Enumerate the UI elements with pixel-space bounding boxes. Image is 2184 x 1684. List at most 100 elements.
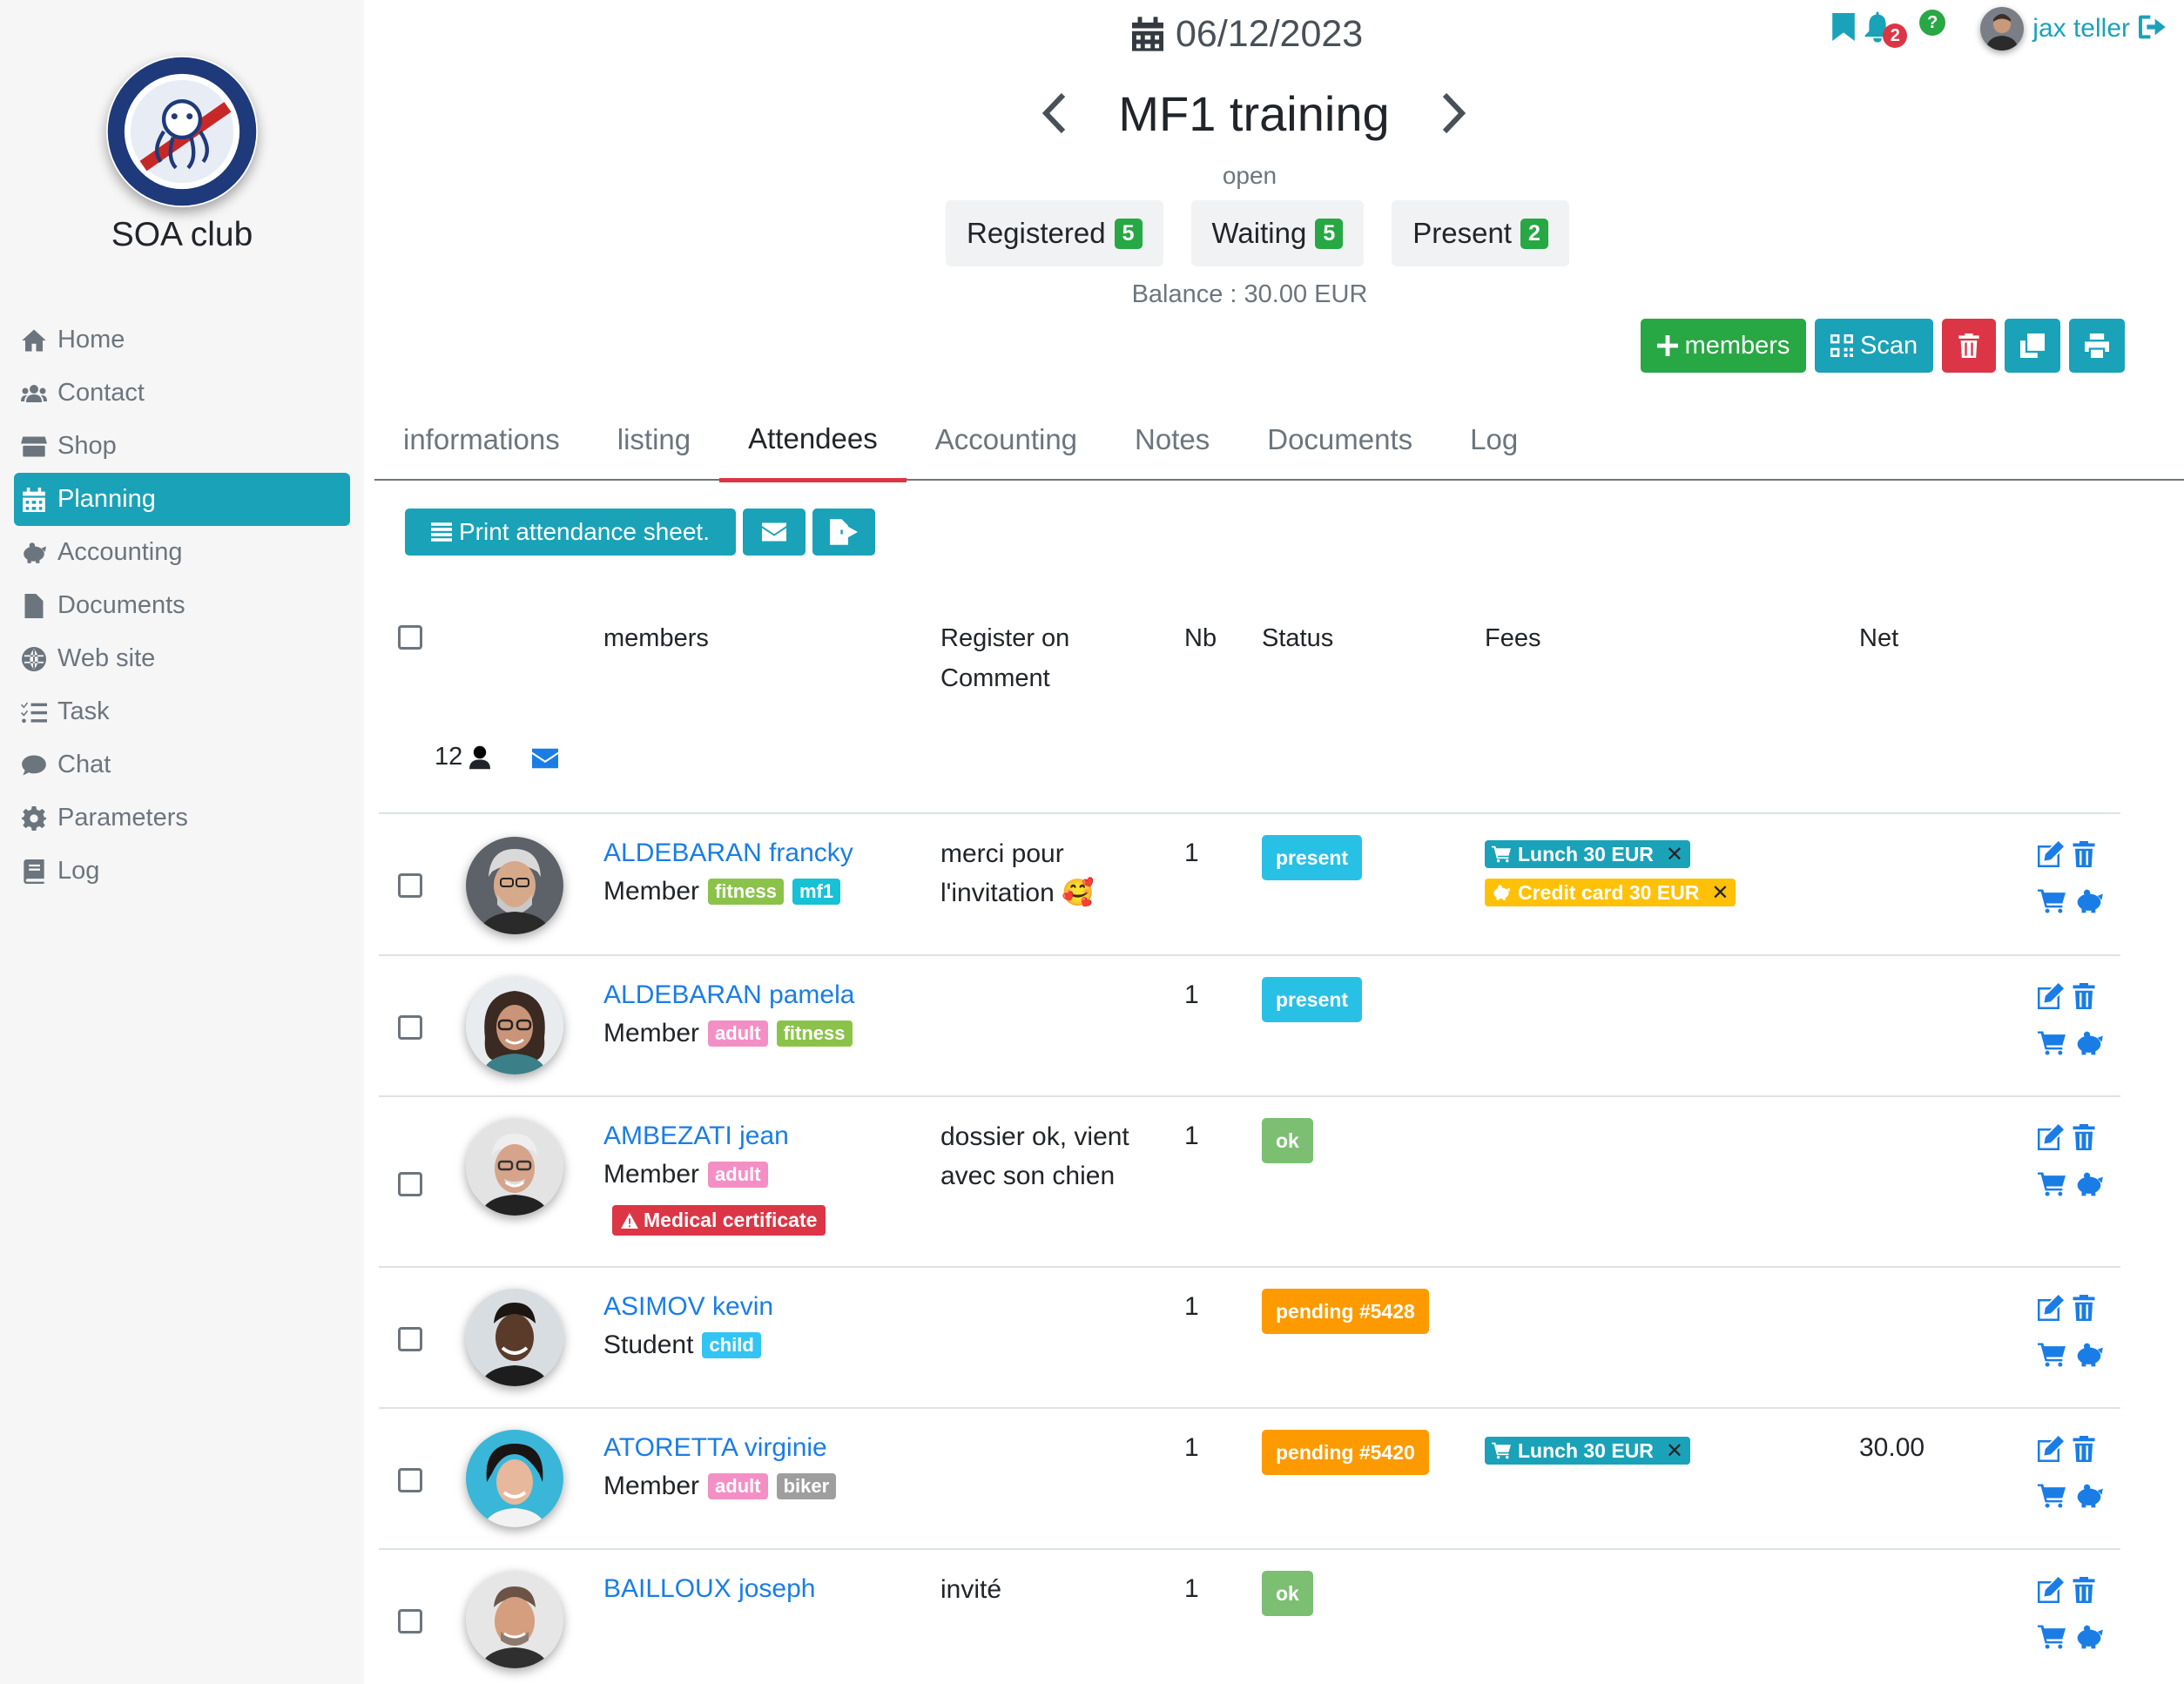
sidebar-item-web-site[interactable]: Web site (14, 632, 350, 685)
piggy-bank-icon[interactable] (2074, 1625, 2104, 1649)
select-all-checkbox[interactable] (398, 625, 422, 650)
edit-icon[interactable] (2038, 1436, 2064, 1462)
fee-badge[interactable]: Lunch 30 EUR ✕ (1485, 840, 1691, 868)
club-name: SOA club (111, 216, 253, 253)
sidebar-item-task[interactable]: Task (14, 685, 350, 738)
registered-counter[interactable]: Registered 5 (946, 200, 1163, 266)
member-name-link[interactable]: AMBEZATI jean (603, 1122, 789, 1151)
sidebar-item-home[interactable]: Home (14, 313, 350, 367)
user-name[interactable]: jax teller (2032, 14, 2130, 44)
edit-icon[interactable] (2038, 1124, 2064, 1150)
tab-informations[interactable]: informations (374, 399, 589, 481)
piggy-bank-icon[interactable] (2074, 1484, 2104, 1508)
duplicate-event-button[interactable] (2005, 319, 2061, 373)
trash-icon[interactable] (2073, 1436, 2095, 1462)
edit-icon[interactable] (2038, 983, 2064, 1009)
help-badge[interactable]: ? (1919, 10, 1946, 36)
row-checkbox[interactable] (398, 1468, 422, 1492)
fee-badge[interactable]: Credit card 30 EUR ✕ (1485, 879, 1736, 906)
piggy-bank-icon[interactable] (2074, 1031, 2104, 1055)
avatar[interactable] (466, 837, 563, 934)
email-attendees-button[interactable] (743, 509, 806, 556)
previous-event-button[interactable] (1028, 87, 1080, 139)
member-name-link[interactable]: ASIMOV kevin (603, 1292, 773, 1322)
row-checkbox[interactable] (398, 873, 422, 898)
scan-button[interactable]: Scan (1815, 319, 1934, 373)
tab-attendees[interactable]: Attendees (719, 399, 907, 482)
counter-label: Registered (967, 217, 1106, 249)
status-badge[interactable]: ok (1262, 1571, 1313, 1616)
piggy-bank-icon[interactable] (2074, 1343, 2104, 1367)
avatar[interactable] (466, 1289, 563, 1386)
avatar[interactable] (466, 1430, 563, 1527)
sidebar-item-contact[interactable]: Contact (14, 367, 350, 420)
piggy-bank-icon[interactable] (2074, 889, 2104, 913)
edit-icon[interactable] (2038, 1577, 2064, 1603)
club-logo[interactable] (106, 56, 258, 207)
bookmark-icon[interactable] (1832, 12, 1856, 45)
remove-fee-icon[interactable]: ✕ (1666, 842, 1683, 867)
status-badge[interactable]: present (1262, 977, 1363, 1022)
cart-icon[interactable] (2038, 1031, 2066, 1055)
trash-icon[interactable] (2073, 983, 2095, 1009)
avatar[interactable] (466, 1571, 563, 1668)
medical-certificate-warning[interactable]: Medical certificate (612, 1205, 826, 1236)
tab-log[interactable]: Log (1441, 399, 1547, 481)
sidebar-item-planning[interactable]: Planning (14, 473, 350, 526)
trash-icon[interactable] (2073, 841, 2095, 867)
add-members-button[interactable]: members (1641, 319, 1806, 373)
trash-icon (1958, 333, 1979, 358)
cart-icon[interactable] (2038, 889, 2066, 913)
waiting-counter[interactable]: Waiting 5 (1190, 200, 1365, 266)
sidebar-item-chat[interactable]: Chat (14, 738, 350, 791)
avatar[interactable] (466, 1118, 563, 1216)
print-attendance-button[interactable]: Print attendance sheet. (405, 509, 736, 556)
sidebar-item-parameters[interactable]: Parameters (14, 791, 350, 845)
sidebar-item-accounting[interactable]: Accounting (14, 526, 350, 579)
logout-icon[interactable] (2139, 14, 2167, 44)
row-checkbox[interactable] (398, 1172, 422, 1196)
email-all-icon[interactable] (532, 748, 558, 773)
tab-accounting[interactable]: Accounting (907, 399, 1106, 481)
member-role-label: Student (603, 1330, 694, 1359)
edit-icon[interactable] (2038, 841, 2064, 867)
tab-listing[interactable]: listing (589, 399, 719, 481)
sidebar-item-shop[interactable]: Shop (14, 420, 350, 473)
cart-icon[interactable] (2038, 1484, 2066, 1508)
next-event-button[interactable] (1428, 87, 1480, 139)
delete-event-button[interactable] (1942, 319, 1997, 373)
status-badge[interactable]: ok (1262, 1118, 1313, 1163)
trash-icon[interactable] (2073, 1577, 2095, 1603)
remove-fee-icon[interactable]: ✕ (1666, 1438, 1683, 1464)
status-badge[interactable]: pending #5420 (1262, 1430, 1429, 1475)
export-attendees-button[interactable] (812, 509, 875, 556)
trash-icon[interactable] (2073, 1295, 2095, 1321)
member-name-link[interactable]: ALDEBARAN pamela (603, 980, 854, 1010)
cart-icon[interactable] (2038, 1625, 2066, 1649)
row-checkbox[interactable] (398, 1327, 422, 1351)
piggy-bank-icon[interactable] (2074, 1172, 2104, 1196)
cart-icon[interactable] (2038, 1172, 2066, 1196)
member-name-link[interactable]: ALDEBARAN francky (603, 839, 853, 868)
status-badge[interactable]: present (1262, 835, 1363, 880)
remove-fee-icon[interactable]: ✕ (1711, 880, 1729, 906)
notifications-button[interactable]: 2 (1864, 11, 1908, 48)
edit-icon[interactable] (2038, 1295, 2064, 1321)
tab-documents[interactable]: Documents (1238, 399, 1441, 481)
print-event-button[interactable] (2069, 319, 2126, 373)
trash-icon[interactable] (2073, 1124, 2095, 1150)
cart-icon[interactable] (2038, 1343, 2066, 1367)
user-avatar[interactable] (1980, 7, 2025, 51)
avatar[interactable] (466, 977, 563, 1074)
present-counter[interactable]: Present 2 (1392, 200, 1569, 266)
row-checkbox[interactable] (398, 1015, 422, 1040)
row-checkbox[interactable] (398, 1609, 422, 1633)
sidebar-item-documents[interactable]: Documents (14, 579, 350, 632)
status-badge[interactable]: pending #5428 (1262, 1289, 1429, 1334)
fee-badge[interactable]: Lunch 30 EUR ✕ (1485, 1437, 1691, 1465)
member-name-link[interactable]: ATORETTA virginie (603, 1433, 827, 1463)
tab-notes[interactable]: Notes (1106, 399, 1238, 481)
sidebar-item-log[interactable]: Log (14, 845, 350, 898)
sidebar: SOA club Home Contact Shop Planning Acco… (0, 0, 364, 1684)
member-name-link[interactable]: BAILLOUX joseph (603, 1574, 815, 1604)
